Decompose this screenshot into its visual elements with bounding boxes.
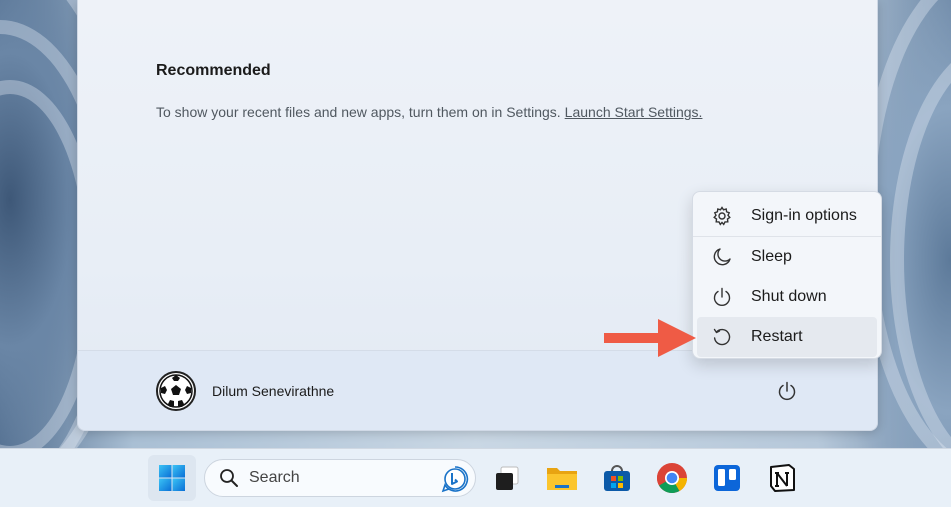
launch-start-settings-link[interactable]: Launch Start Settings. <box>565 104 703 120</box>
search-icon <box>220 469 238 487</box>
menu-item-sleep[interactable]: Sleep <box>697 237 877 277</box>
restart-icon <box>711 326 733 348</box>
trello-button[interactable] <box>710 461 744 495</box>
gear-icon <box>711 205 733 227</box>
menu-item-label: Restart <box>751 328 803 345</box>
trello-icon <box>714 465 740 491</box>
file-explorer-icon <box>547 468 577 490</box>
menu-item-label: Sleep <box>751 248 792 265</box>
power-icon <box>711 286 733 308</box>
search-placeholder: Search <box>249 469 300 486</box>
soccer-ball-icon <box>159 374 193 408</box>
microsoft-store-button[interactable] <box>600 461 634 495</box>
windows-logo-icon <box>159 465 185 491</box>
menu-item-restart[interactable]: Restart <box>697 317 877 357</box>
recommended-heading: Recommended <box>156 62 271 79</box>
recommended-message-text: To show your recent files and new apps, … <box>156 104 561 120</box>
recommended-message: To show your recent files and new apps, … <box>156 104 702 120</box>
user-account-button[interactable]: Dilum Senevirathne <box>156 371 334 411</box>
power-icon <box>778 381 796 401</box>
menu-item-sign-in-options[interactable]: Sign-in options <box>697 196 877 236</box>
file-explorer-button[interactable] <box>545 461 579 495</box>
microsoft-store-icon <box>604 465 630 491</box>
start-menu-footer: Dilum Senevirathne <box>78 350 877 430</box>
menu-item-label: Sign-in options <box>751 207 857 224</box>
taskbar: Search <box>0 448 951 507</box>
bing-chat-icon[interactable] <box>441 465 469 493</box>
task-view-icon <box>496 466 519 490</box>
task-view-button[interactable] <box>490 461 524 495</box>
chrome-icon <box>656 463 687 494</box>
power-button[interactable] <box>775 379 799 403</box>
notion-button[interactable] <box>765 461 799 495</box>
start-button[interactable] <box>148 455 196 501</box>
notion-icon <box>770 464 795 492</box>
red-arrow-icon <box>604 319 696 357</box>
moon-icon <box>711 246 733 268</box>
power-menu: Sign-in options Sleep Shut down Restart <box>692 191 882 359</box>
menu-item-shut-down[interactable]: Shut down <box>697 277 877 317</box>
user-name: Dilum Senevirathne <box>212 383 335 399</box>
avatar <box>156 371 196 411</box>
chrome-button[interactable] <box>655 461 689 495</box>
taskbar-search-box[interactable]: Search <box>204 459 476 497</box>
menu-item-label: Shut down <box>751 288 827 305</box>
